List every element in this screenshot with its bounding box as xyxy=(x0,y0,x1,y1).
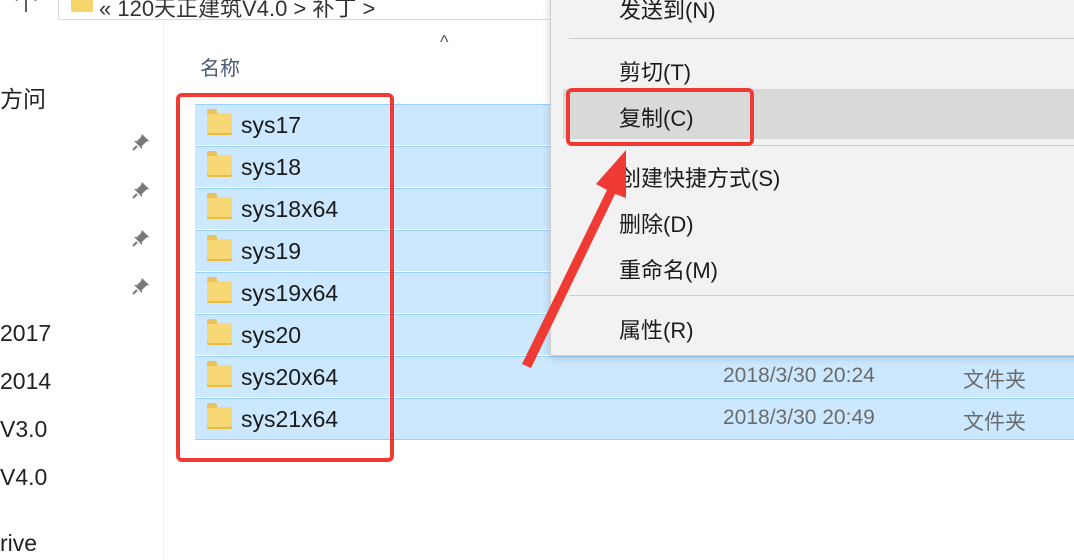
pane-divider[interactable] xyxy=(163,0,164,560)
nav-item-v3[interactable]: V3.0 xyxy=(0,416,47,443)
file-date: 2018/3/30 20:49 xyxy=(723,406,875,429)
menu-item-create-shortcut[interactable]: 创建快捷方式(S) xyxy=(619,161,780,193)
column-header-name[interactable]: 名称 xyxy=(200,52,240,81)
folder-icon xyxy=(71,0,93,12)
selection-highlight-box xyxy=(176,93,394,462)
navigation-pane: 方问 2017 2014 V3.0 V4.0 rive xyxy=(0,0,163,560)
pin-icon xyxy=(132,134,149,151)
nav-item-2017[interactable]: 2017 xyxy=(0,320,51,347)
address-bar[interactable]: « 120天正建筑V4.0 > 补丁 > xyxy=(58,0,560,23)
menu-item-delete[interactable]: 删除(D) xyxy=(619,207,694,239)
menu-item-properties[interactable]: 属性(R) xyxy=(619,313,694,345)
copy-highlight-box xyxy=(566,88,754,146)
menu-separator xyxy=(569,295,1074,296)
nav-item-onedrive[interactable]: rive xyxy=(0,530,37,557)
chevron-up-icon: ^ xyxy=(440,32,449,52)
menu-separator xyxy=(569,38,1074,39)
pin-icon xyxy=(132,182,149,199)
breadcrumb[interactable]: « 120天正建筑V4.0 > 补丁 > xyxy=(99,0,375,23)
nav-item-quick-access[interactable]: 方问 xyxy=(0,80,46,114)
menu-item-send-to[interactable]: 发送到(N) xyxy=(619,0,716,25)
pin-icon xyxy=(132,278,149,295)
menu-item-rename[interactable]: 重命名(M) xyxy=(619,253,718,285)
file-type: 文件夹 xyxy=(963,369,1026,392)
up-arrow-icon[interactable]: 个 xyxy=(14,0,38,17)
pin-icon xyxy=(132,230,149,247)
nav-item-2014[interactable]: 2014 xyxy=(0,368,51,395)
menu-item-cut[interactable]: 剪切(T) xyxy=(619,55,691,87)
file-type: 文件夹 xyxy=(963,411,1026,434)
file-date: 2018/3/30 20:24 xyxy=(723,364,875,387)
context-menu: 发送到(N) 剪切(T) 复制(C) 创建快捷方式(S) 删除(D) 重命名(M… xyxy=(550,0,1074,356)
nav-item-v4[interactable]: V4.0 xyxy=(0,464,47,491)
